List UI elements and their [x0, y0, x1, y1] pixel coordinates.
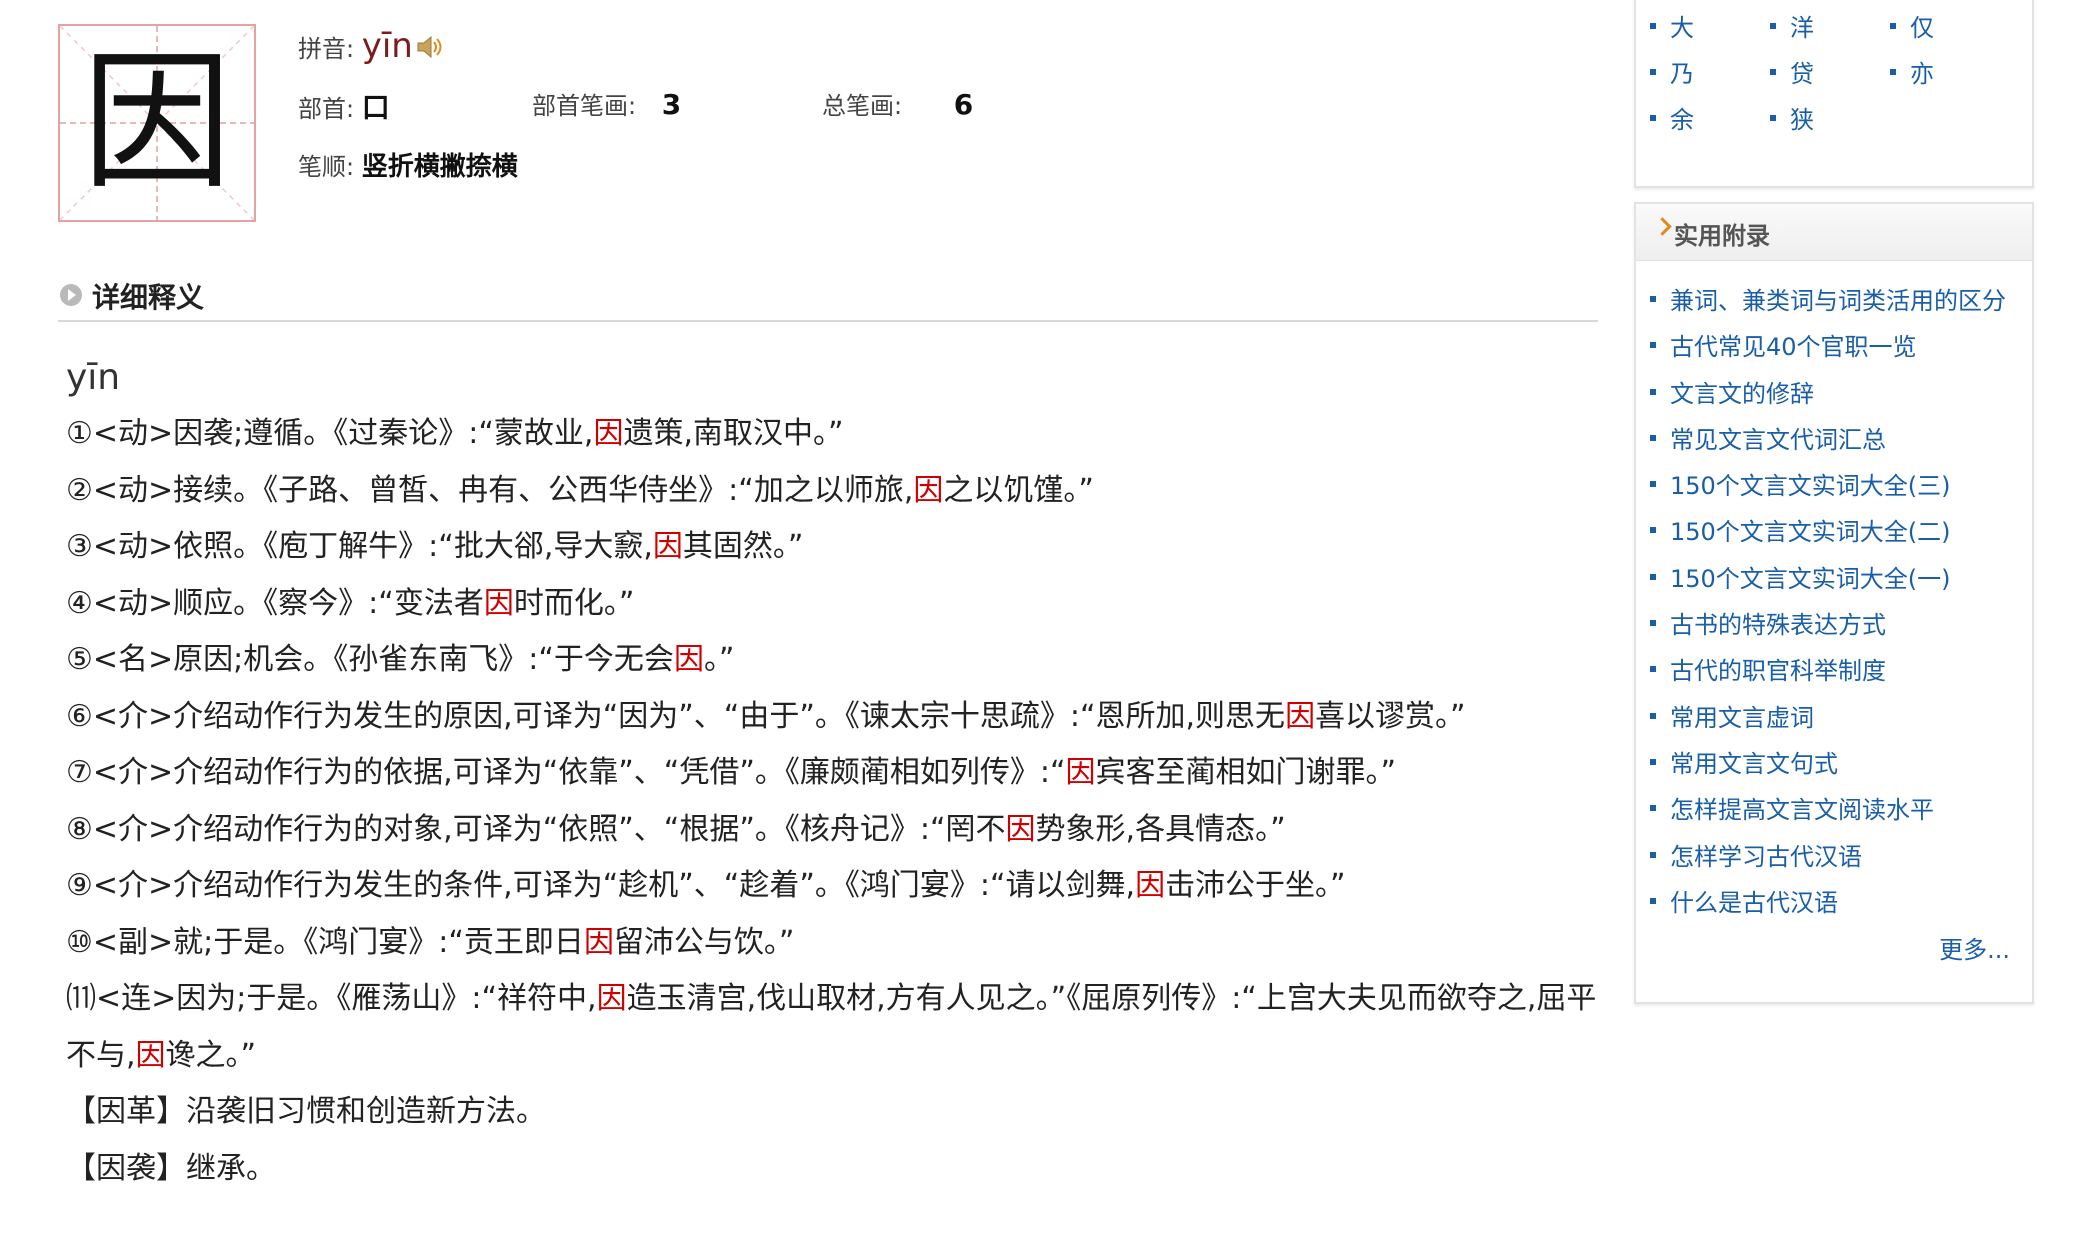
definition-line: ①<动>因袭;遵循。《过秦论》:“蒙故业,因遗策,南取汉中。”: [66, 416, 844, 451]
idiom-entry: 【因袭】继承。: [66, 1150, 276, 1186]
related-char-link[interactable]: 洋: [1770, 8, 1814, 43]
detail-section-header: 详细释义: [58, 272, 1598, 322]
related-char-link[interactable]: 仅: [1890, 8, 1934, 43]
definition-line: ⑧<介>介绍动作行为的对象,可译为“依照”、“根据”。《核舟记》:“罔不因势象形…: [66, 811, 1286, 847]
appendix-link[interactable]: 怎样提高文言文阅读水平: [1650, 793, 2006, 839]
appendix-link[interactable]: 150个文言文实词大全(一): [1650, 562, 2006, 608]
definition-line: ⑾<连>因为;于是。《雁荡山》:“祥符中,因造玉清宫,伐山取材,方有人见之。”《…: [66, 981, 1597, 1073]
radical-value: 口: [361, 91, 390, 124]
related-char-link[interactable]: 亦: [1890, 54, 1934, 89]
appendix-link[interactable]: 150个文言文实词大全(三): [1650, 469, 2006, 515]
appendix-link[interactable]: 古代常见40个官职一览: [1650, 330, 2006, 376]
appendix-title: 实用附录: [1674, 222, 1770, 250]
appendix-link[interactable]: 常用文言虚词: [1650, 701, 2006, 747]
related-char-link[interactable]: 乃: [1650, 54, 1694, 89]
appendix-link-list: 兼词、兼类词与词类活用的区分 古代常见40个官职一览 文言文的修辞 常见文言文代…: [1650, 284, 2006, 932]
definition-line: ②<动>接续。《子路、曾皙、冉有、公西华侍坐》:“加之以师旅,因之以饥馑。”: [66, 472, 1094, 508]
play-arrow-icon: [60, 284, 82, 306]
pinyin-label: 拼音:: [298, 35, 355, 63]
radical-strokes-value: 3: [661, 88, 682, 121]
total-strokes-label: 总笔画:: [822, 92, 903, 120]
speaker-icon[interactable]: [415, 33, 445, 67]
definition-line: ⑩<副>就;于是。《鸿门宴》:“贡王即日因留沛公与饮。”: [66, 924, 795, 960]
character-grid-box: 因: [58, 24, 256, 222]
definition-line: ⑥<介>介绍动作行为发生的原因,可译为“因为”、“由于”。《谏太宗十思疏》:“恩…: [66, 698, 1466, 734]
appendix-link[interactable]: 150个文言文实词大全(二): [1650, 515, 2006, 561]
appendix-link[interactable]: 古书的特殊表达方式: [1650, 608, 2006, 654]
total-strokes-value: 6: [953, 88, 974, 121]
related-characters-panel: 大 洋 仅 乃 贷 亦 余 狭: [1634, 0, 2034, 188]
appendix-link[interactable]: 什么是古代汉语: [1650, 886, 2006, 932]
definition-line: ⑦<介>介绍动作行为的依据,可译为“依靠”、“凭借”。《廉颇蔺相如列传》:“因宾…: [66, 755, 1397, 790]
appendix-link[interactable]: 文言文的修辞: [1650, 377, 2006, 423]
chevron-right-icon: [1653, 217, 1672, 236]
pinyin-value: yīn: [361, 26, 413, 66]
idiom-entry: 【因革】沿袭旧习惯和创造新方法。: [66, 1094, 546, 1129]
related-char-link[interactable]: 狭: [1770, 100, 1814, 135]
radical-label: 部首:: [298, 95, 355, 123]
appendix-header: 实用附录: [1636, 204, 2032, 261]
definition-pinyin: yīn: [66, 357, 121, 398]
appendix-panel: 实用附录 兼词、兼类词与词类活用的区分 古代常见40个官职一览 文言文的修辞 常…: [1634, 202, 2034, 1004]
stroke-order-label: 笔顺:: [298, 153, 355, 181]
more-link[interactable]: 更多...: [1939, 930, 2010, 965]
definition-line: ③<动>依照。《庖丁解牛》:“批大郤,导大窾,因其固然。”: [66, 529, 804, 564]
character-glyph: 因: [81, 36, 232, 210]
definition-line: ⑤<名>原因;机会。《孙雀东南飞》:“于今无会因。”: [66, 642, 735, 677]
appendix-link[interactable]: 古代的职官科举制度: [1650, 654, 2006, 700]
definition-line: ④<动>顺应。《察今》:“变法者因时而化。”: [66, 585, 635, 621]
definition-line: ⑨<介>介绍动作行为发生的条件,可译为“趁机”、“趁着”。《鸿门宴》:“请以剑舞…: [66, 868, 1346, 903]
related-char-link[interactable]: 贷: [1770, 54, 1814, 89]
appendix-link[interactable]: 怎样学习古代汉语: [1650, 840, 2006, 886]
related-char-link[interactable]: 大: [1650, 8, 1694, 43]
stroke-order-value: 竖折横撇捺横: [361, 152, 518, 182]
section-title: 详细释义: [92, 281, 205, 314]
appendix-link[interactable]: 兼词、兼类词与词类活用的区分: [1650, 284, 2006, 330]
radical-strokes-label: 部首笔画:: [532, 92, 637, 120]
related-char-link[interactable]: 余: [1650, 100, 1694, 135]
definition-list: yīn ①<动>因袭;遵循。《过秦论》:“蒙故业,因遗策,南取汉中。” ②<动>…: [66, 350, 1606, 1197]
appendix-link[interactable]: 常见文言文代词汇总: [1650, 423, 2006, 469]
appendix-link[interactable]: 常用文言文句式: [1650, 747, 2006, 793]
